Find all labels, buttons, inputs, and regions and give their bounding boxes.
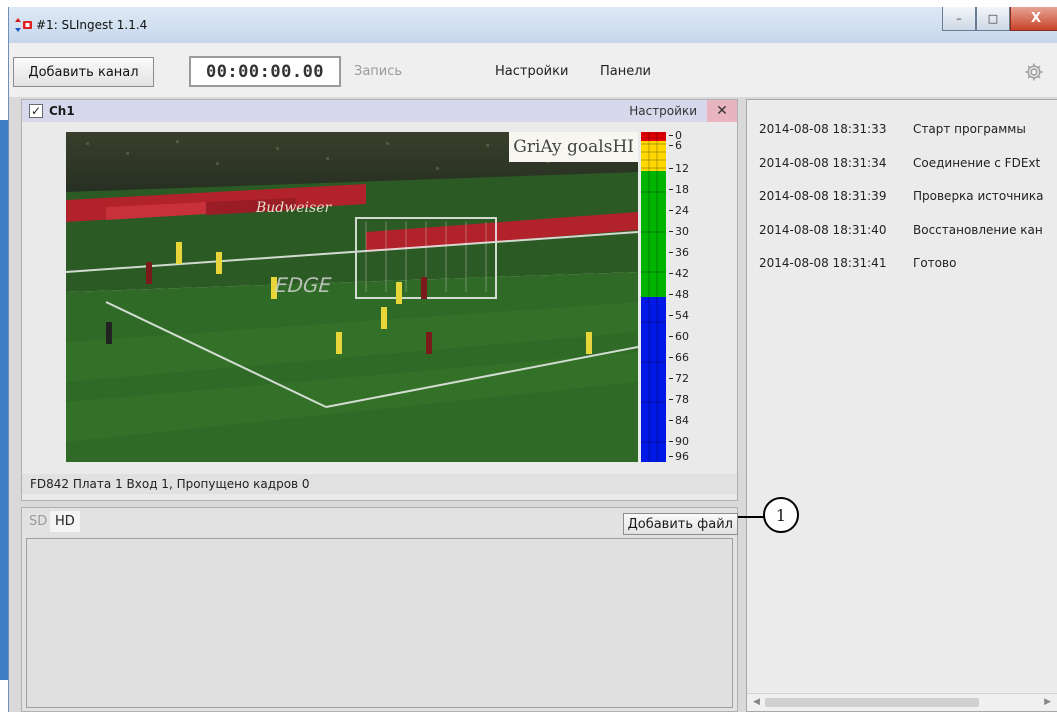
log-time: 2014-08-08 18:31:40 bbox=[759, 223, 887, 237]
channel-settings-link[interactable]: Настройки bbox=[629, 104, 697, 118]
log-time: 2014-08-08 18:31:34 bbox=[759, 156, 887, 170]
close-icon: X bbox=[1030, 11, 1042, 26]
scrollbar-thumb[interactable] bbox=[765, 698, 979, 707]
channel-header: ✓ Ch1 Настройки ✕ bbox=[22, 100, 737, 122]
add-file-button[interactable]: Добавить файл bbox=[622, 513, 738, 535]
gear-icon[interactable] bbox=[1024, 62, 1044, 82]
desktop-edge bbox=[0, 120, 8, 680]
meter-scale-label: 18 bbox=[669, 183, 689, 196]
channel-panel: ✓ Ch1 Настройки ✕ Budweiser EDGE GriAy g… bbox=[21, 99, 738, 501]
meter-scale-label: 48 bbox=[669, 288, 689, 301]
log-entry: 2014-08-08 18:31:34 Соединение с FDExt bbox=[759, 156, 1040, 170]
toolbar: Добавить канал 00:00:00.00 Запись Настро… bbox=[9, 43, 1057, 97]
video-frame: Budweiser EDGE bbox=[66, 132, 638, 462]
log-entry: 2014-08-08 18:31:39 Проверка источника bbox=[759, 189, 1044, 203]
close-icon: ✕ bbox=[716, 103, 728, 119]
timecode-display: 00:00:00.00 bbox=[189, 56, 341, 87]
callout-pointer bbox=[738, 516, 764, 518]
app-icon bbox=[15, 18, 32, 32]
log-horizontal-scrollbar[interactable]: ◀ ▶ bbox=[747, 693, 1057, 711]
meter-scale-label: 12 bbox=[669, 162, 689, 175]
channel-checkbox[interactable]: ✓ bbox=[29, 104, 43, 118]
meter-scale-label: 84 bbox=[669, 414, 689, 427]
log-message: Старт программы bbox=[913, 122, 1026, 136]
log-time: 2014-08-08 18:31:41 bbox=[759, 256, 887, 270]
maximize-button[interactable]: □ bbox=[976, 7, 1010, 31]
channel-status-text: FD842 Плата 1 Вход 1, Пропущено кадров 0 bbox=[30, 477, 310, 491]
app-window: #1: SLIngest 1.1.4 – □ X Добавить канал … bbox=[8, 7, 1057, 712]
log-message: Готово bbox=[913, 256, 957, 270]
channel-name: Ch1 bbox=[49, 104, 75, 118]
log-time: 2014-08-08 18:31:33 bbox=[759, 122, 887, 136]
log-message: Проверка источника bbox=[913, 189, 1044, 203]
maximize-icon: □ bbox=[987, 12, 999, 25]
meter-scale-label: 30 bbox=[669, 225, 689, 238]
audio-level-meter bbox=[641, 132, 666, 462]
meter-scale-label: 90 bbox=[669, 435, 689, 448]
file-list[interactable] bbox=[26, 538, 733, 708]
meter-scale-label: 42 bbox=[669, 267, 689, 280]
log-message: Восстановление кан bbox=[913, 223, 1043, 237]
meter-scale-label: 24 bbox=[669, 204, 689, 217]
channel-close-button[interactable]: ✕ bbox=[707, 100, 737, 122]
meter-scale: 0 6 12 18 24 30 36 42 48 54 60 66 72 78 … bbox=[669, 130, 709, 464]
log-time: 2014-08-08 18:31:39 bbox=[759, 189, 887, 203]
log-entry: 2014-08-08 18:31:33 Старт программы bbox=[759, 122, 1026, 136]
tab-sd[interactable]: SD bbox=[29, 514, 47, 529]
log-message: Соединение с FDExt bbox=[913, 156, 1041, 170]
video-preview: Budweiser EDGE GriAy goalsHI bbox=[66, 132, 638, 462]
channel-status-bar: FD842 Плата 1 Вход 1, Пропущено кадров 0 bbox=[22, 474, 737, 494]
meter-scale-label: 54 bbox=[669, 309, 689, 322]
meter-scale-label: 96 bbox=[669, 450, 689, 463]
minimize-icon: – bbox=[956, 12, 962, 25]
meter-scale-label: 66 bbox=[669, 351, 689, 364]
video-overlay-text: GriAy goalsHI bbox=[509, 132, 638, 162]
panels-menu[interactable]: Панели bbox=[600, 64, 651, 79]
scroll-right-icon[interactable]: ▶ bbox=[1044, 697, 1051, 707]
title-bar: #1: SLIngest 1.1.4 – □ X bbox=[9, 7, 1057, 43]
meter-scale-label: 72 bbox=[669, 372, 689, 385]
meter-scale-label: 6 bbox=[669, 139, 682, 152]
meter-scale-label: 36 bbox=[669, 246, 689, 259]
settings-menu[interactable]: Настройки bbox=[495, 64, 568, 79]
add-channel-button[interactable]: Добавить канал bbox=[13, 57, 154, 87]
meter-scale-label: 60 bbox=[669, 330, 689, 343]
svg-text:Budweiser: Budweiser bbox=[255, 200, 332, 216]
callout-marker: 1 bbox=[763, 497, 799, 533]
record-button[interactable]: Запись bbox=[354, 64, 402, 79]
close-window-button[interactable]: X bbox=[1010, 7, 1057, 31]
minimize-button[interactable]: – bbox=[942, 7, 976, 31]
log-panel: 2014-08-08 18:31:33 Старт программы 2014-… bbox=[746, 99, 1057, 712]
file-panel: SD HD Добавить файл bbox=[21, 507, 738, 712]
log-entry: 2014-08-08 18:31:40 Восстановление кан bbox=[759, 223, 1043, 237]
tab-hd[interactable]: HD bbox=[50, 511, 80, 532]
window-title: #1: SLIngest 1.1.4 bbox=[36, 18, 148, 32]
meter-scale-label: 78 bbox=[669, 393, 689, 406]
window-controls: – □ X bbox=[942, 7, 1057, 33]
svg-text:EDGE: EDGE bbox=[272, 273, 334, 297]
log-entry: 2014-08-08 18:31:41 Готово bbox=[759, 256, 956, 270]
scroll-left-icon[interactable]: ◀ bbox=[753, 697, 760, 707]
